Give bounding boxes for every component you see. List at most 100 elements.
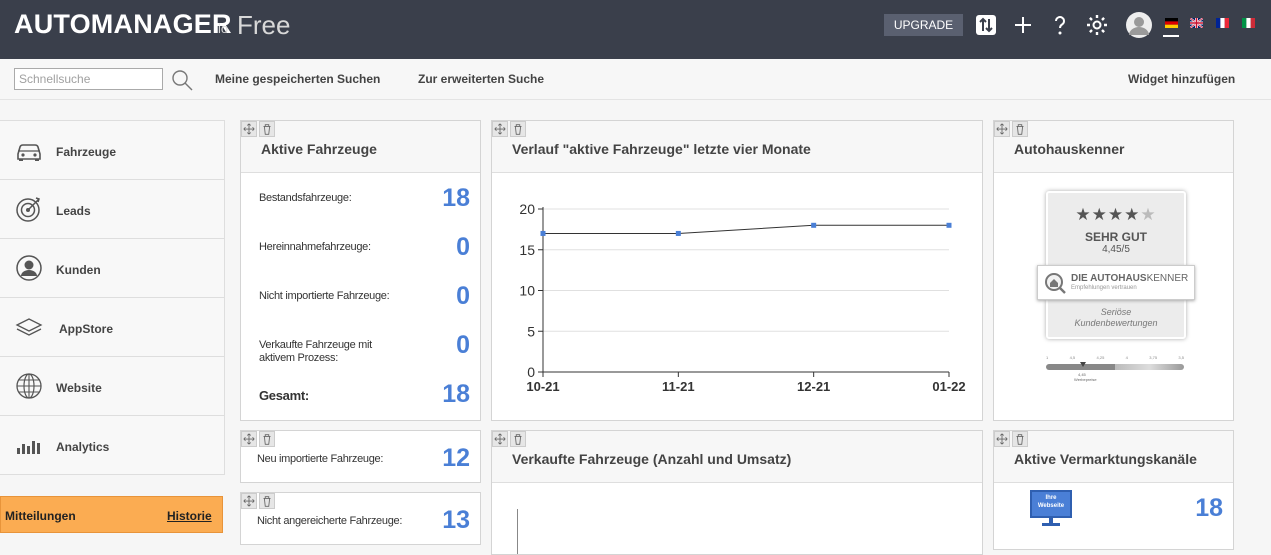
quick-search-input[interactable]	[14, 68, 163, 90]
scale-tick: 3,75	[1149, 355, 1158, 360]
car-icon	[17, 144, 41, 161]
scale-tick: 3,5	[1178, 355, 1184, 360]
search-icon[interactable]	[171, 69, 193, 91]
trash-icon[interactable]	[510, 121, 526, 137]
y-tick-label: 10	[519, 283, 535, 299]
widget-tools	[492, 431, 526, 447]
scale-marker-icon	[1080, 362, 1086, 367]
sidebar-item-analytics[interactable]: Analytics	[0, 416, 224, 475]
advanced-search-link[interactable]: Zur erweiterten Suche	[418, 72, 544, 86]
scale-tick: 4,25	[1096, 355, 1105, 360]
move-icon[interactable]	[994, 121, 1010, 137]
stat-label: Nicht angereicherte Fahrzeuge:	[257, 515, 403, 527]
data-point	[946, 222, 952, 228]
widget-sold-vehicles: Verkaufte Fahrzeuge (Anzahl und Umsatz)	[491, 430, 983, 555]
x-tick-label: 12-21	[797, 379, 830, 394]
move-icon[interactable]	[241, 121, 257, 137]
widget-title: Verlauf "aktive Fahrzeuge" letzte vier M…	[512, 141, 811, 157]
sort-icon[interactable]	[974, 13, 998, 37]
stat-value[interactable]: 13	[442, 506, 470, 535]
widget-title: Aktive Vermarktungskanäle	[1014, 451, 1197, 467]
data-point	[540, 230, 546, 236]
x-tick-label: 11-21	[662, 379, 695, 394]
tagline-1: Seriöse	[1100, 307, 1132, 317]
monitor-text-2: Webseite	[1037, 503, 1065, 509]
brand-banner: DIE AUTOHAUSKENNER Empfehlungen vertraue…	[1037, 265, 1195, 300]
add-widget-link[interactable]: Widget hinzufügen	[1128, 72, 1235, 86]
total-value[interactable]: 18	[442, 380, 470, 409]
help-icon[interactable]	[1048, 13, 1072, 37]
sidebar-item-appstore[interactable]: AppStore	[0, 298, 224, 357]
widget-tools	[241, 493, 275, 509]
flag-de-icon[interactable]	[1165, 18, 1178, 28]
move-icon[interactable]	[492, 121, 508, 137]
chart-axis	[517, 509, 518, 554]
trash-icon[interactable]	[510, 431, 526, 447]
widget-tools	[241, 431, 275, 447]
move-icon[interactable]	[241, 431, 257, 447]
trash-icon[interactable]	[259, 493, 275, 509]
stat-label: Nicht importierte Fahrzeuge:	[259, 290, 390, 302]
widget-trend-chart: Verlauf "aktive Fahrzeuge" letzte vier M…	[491, 120, 983, 421]
trash-icon[interactable]	[259, 121, 275, 137]
flag-uk-icon[interactable]	[1190, 18, 1203, 28]
trash-icon[interactable]	[1012, 121, 1028, 137]
history-link[interactable]: Historie	[167, 509, 212, 523]
sidebar: Fahrzeuge Leads Kunden AppStore Website …	[0, 120, 225, 475]
sidebar-item-website[interactable]: Website	[0, 357, 224, 416]
stat-value[interactable]: 0	[456, 331, 470, 360]
stat-value[interactable]: 12	[442, 444, 470, 473]
y-tick-label: 0	[527, 364, 535, 380]
sidebar-item-kunden[interactable]: Kunden	[0, 239, 224, 298]
flag-it-icon[interactable]	[1242, 18, 1255, 28]
brand-sub: Empfehlungen vertrauen	[1071, 285, 1137, 291]
move-icon[interactable]	[994, 431, 1010, 447]
upgrade-button[interactable]: UPGRADE	[884, 14, 963, 36]
flag-fr-icon[interactable]	[1216, 18, 1229, 28]
search-bar: Meine gespeicherten Suchen Zur erweitert…	[0, 59, 1271, 100]
rating-stars-icon: ★★★★★	[1075, 205, 1157, 224]
stat-value[interactable]: 18	[442, 184, 470, 213]
widget-header: Autohauskenner	[994, 121, 1233, 173]
settings-gear-icon[interactable]	[1085, 13, 1109, 37]
sidebar-item-label: Analytics	[56, 440, 110, 454]
widget-tools	[241, 121, 275, 137]
scale-bar	[1046, 364, 1184, 370]
stat-value[interactable]: 0	[456, 282, 470, 311]
sidebar-item-label: Fahrzeuge	[56, 145, 117, 159]
bar-chart-icon	[17, 441, 40, 454]
stat-label: Neu importierte Fahrzeuge:	[257, 453, 384, 465]
stat-label: Hereinnahmefahrzeuge:	[259, 241, 371, 253]
globe-icon	[16, 373, 42, 399]
avatar[interactable]	[1125, 11, 1153, 39]
stat-label: Verkaufte Fahrzeuge mit aktivem Prozess:	[259, 339, 372, 364]
series-line	[543, 224, 949, 234]
rating-scale: 1 4,5 4,25 4 3,75 3,5 4,45 Werbepreise	[1046, 355, 1184, 385]
saved-searches-link[interactable]: Meine gespeicherten Suchen	[215, 72, 380, 86]
monitor-text-1: Ihre	[1045, 495, 1057, 501]
website-monitor-icon[interactable]: Ihre Webseite	[1030, 490, 1072, 527]
move-icon[interactable]	[492, 431, 508, 447]
sidebar-item-fahrzeuge[interactable]: Fahrzeuge	[0, 121, 224, 180]
sidebar-item-label: Kunden	[56, 263, 101, 277]
widget-imported-vehicles: Neu importierte Fahrzeuge: 12	[240, 430, 481, 483]
rating-badge[interactable]: ★★★★★ SEHR GUT 4,45/5 DIE AUTOHAUSKENNER…	[1037, 191, 1195, 339]
active-language-indicator	[1163, 35, 1179, 37]
top-bar: AUTOMANAGER io Free UPGRADE	[0, 0, 1271, 59]
widget-title: Autohauskenner	[1014, 141, 1125, 157]
messages-bar[interactable]: Mitteilungen Historie	[0, 496, 223, 533]
add-icon[interactable]	[1011, 13, 1035, 37]
trash-icon[interactable]	[1012, 431, 1028, 447]
stat-value[interactable]: 18	[1195, 494, 1223, 523]
sidebar-item-leads[interactable]: Leads	[0, 180, 224, 239]
scale-tick: 4,5	[1069, 355, 1076, 360]
widget-header: Aktive Fahrzeuge	[241, 121, 480, 173]
app-logo[interactable]: AUTOMANAGER	[14, 9, 232, 40]
widget-marketing-channels: Aktive Vermarktungskanäle Ihre Webseite …	[993, 430, 1234, 550]
widget-tools	[492, 121, 526, 137]
scale-caption: Werbepreise	[1074, 377, 1097, 382]
trash-icon[interactable]	[259, 431, 275, 447]
move-icon[interactable]	[241, 493, 257, 509]
stat-value[interactable]: 0	[456, 233, 470, 262]
widget-title: Aktive Fahrzeuge	[261, 141, 377, 157]
